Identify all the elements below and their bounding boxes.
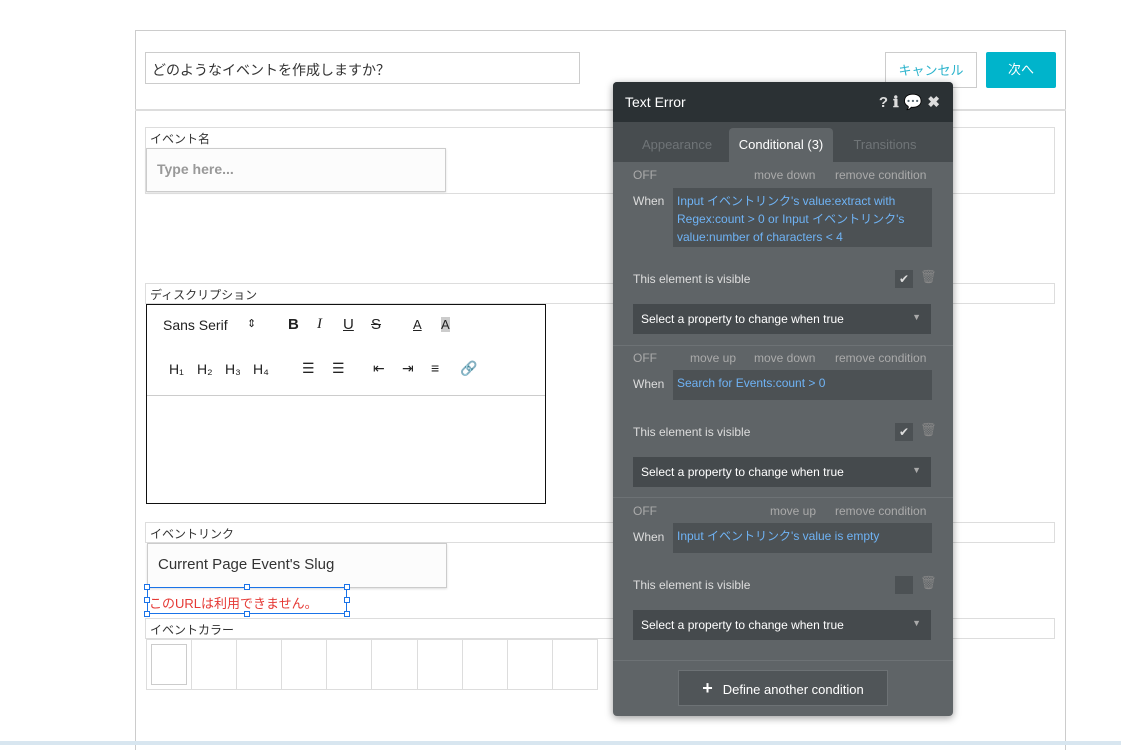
define-label: Define another condition [722, 682, 864, 697]
h4-button[interactable]: H₄ [253, 361, 269, 377]
when-label: When [633, 194, 665, 208]
property-select-label: Select a property to change when true [641, 312, 844, 326]
color-cell[interactable] [418, 640, 463, 689]
bottom-bar [0, 741, 1121, 745]
h3-button[interactable]: H₃ [225, 361, 241, 377]
resize-handle[interactable] [344, 611, 350, 617]
move-down-link[interactable]: move down [754, 168, 815, 182]
color-cell[interactable] [327, 640, 373, 689]
color-cell[interactable] [463, 640, 508, 689]
close-icon[interactable]: ✖ [927, 94, 945, 111]
font-select-arrows-icon[interactable]: ⇕ [247, 317, 256, 330]
resize-handle[interactable] [244, 584, 250, 590]
strike-icon[interactable]: S [371, 316, 381, 333]
event-link-input[interactable]: Current Page Event's Slug [147, 543, 447, 588]
tab-transitions[interactable]: Transitions [841, 128, 929, 162]
font-select[interactable]: Sans Serif [163, 317, 228, 333]
resize-handle[interactable] [244, 611, 250, 617]
italic-icon[interactable]: I [317, 316, 322, 333]
condition-expression[interactable]: Input イベントリンク's value is empty [673, 523, 932, 553]
color-cell[interactable] [372, 640, 418, 689]
visible-checkbox[interactable]: ✔ [895, 270, 913, 288]
color-cell[interactable] [553, 640, 597, 689]
color-cell[interactable] [147, 640, 193, 689]
trash-icon[interactable]: 🗑 [920, 575, 937, 591]
color-cell[interactable] [237, 640, 283, 689]
visible-label: This element is visible [633, 272, 751, 286]
link-icon[interactable]: 🔗 [460, 360, 477, 377]
visible-checkbox[interactable]: ✔ [895, 423, 913, 441]
property-editor-panel: Text Error ?ℹ💬✖ Appearance Conditional (… [613, 82, 953, 716]
property-select[interactable]: Select a property to change when true ▼ [633, 304, 931, 334]
color-cell[interactable] [282, 640, 328, 689]
event-name-input[interactable]: Type here... [146, 148, 446, 192]
remove-condition-link[interactable]: remove condition [835, 168, 926, 182]
off-toggle[interactable]: OFF [633, 504, 657, 518]
color-cell[interactable] [508, 640, 553, 689]
visible-label: This element is visible [633, 425, 751, 439]
remove-condition-link[interactable]: remove condition [835, 351, 926, 365]
move-down-link[interactable]: move down [754, 351, 815, 365]
tab-appearance[interactable]: Appearance [633, 128, 721, 162]
comment-icon[interactable]: 💬 [904, 94, 928, 111]
resize-handle[interactable] [344, 584, 350, 590]
resize-handle[interactable] [344, 597, 350, 603]
condition-expression[interactable]: Search for Events:count > 0 [673, 370, 932, 400]
outdent-icon[interactable]: ⇤ [373, 360, 385, 377]
off-toggle[interactable]: OFF [633, 351, 657, 365]
off-toggle[interactable]: OFF [633, 168, 657, 182]
indent-icon[interactable]: ⇥ [402, 360, 414, 377]
divider [613, 660, 953, 661]
rich-text-editor[interactable]: Sans Serif ⇕ B I U S A A H₁ H₂ H₃ H₄ ☰ ☰… [146, 304, 546, 504]
dropdown-caret-icon: ▼ [912, 465, 921, 475]
define-another-condition-button[interactable]: + Define another condition [678, 670, 888, 706]
color-grid[interactable] [146, 639, 598, 690]
next-button[interactable]: 次へ [986, 52, 1056, 88]
color-cell[interactable] [192, 640, 238, 689]
resize-handle[interactable] [144, 597, 150, 603]
property-select-label: Select a property to change when true [641, 465, 844, 479]
align-icon[interactable]: ≡ [431, 360, 439, 376]
text-color-icon[interactable]: A [413, 317, 422, 332]
panel-title: Text Error [625, 94, 686, 110]
dropdown-caret-icon: ▼ [912, 618, 921, 628]
bg-color-icon[interactable]: A [441, 317, 450, 332]
h2-button[interactable]: H₂ [197, 361, 213, 377]
visible-checkbox[interactable] [895, 576, 913, 594]
when-label: When [633, 377, 665, 391]
property-select[interactable]: Select a property to change when true ▼ [633, 610, 931, 640]
tab-conditional[interactable]: Conditional (3) [729, 128, 833, 162]
info-icon[interactable]: ℹ [893, 94, 904, 111]
bullet-list-icon[interactable]: ☰ [332, 360, 345, 377]
resize-handle[interactable] [144, 584, 150, 590]
error-text[interactable]: このURLは利用できません。 [147, 587, 347, 614]
bold-icon[interactable]: B [288, 316, 299, 333]
trash-icon[interactable]: 🗑 [920, 269, 937, 285]
panel-header: Text Error ?ℹ💬✖ [613, 82, 953, 122]
panel-tabs: Appearance Conditional (3) Transitions [613, 122, 953, 162]
property-select-label: Select a property to change when true [641, 618, 844, 632]
divider [613, 345, 953, 346]
editor-divider [147, 395, 545, 396]
visible-label: This element is visible [633, 578, 751, 592]
plus-icon: + [702, 678, 713, 698]
dropdown-caret-icon: ▼ [912, 312, 921, 322]
condition-expression[interactable]: Input イベントリンク's value:extract with Regex… [673, 188, 932, 247]
divider [613, 497, 953, 498]
move-up-link[interactable]: move up [770, 504, 816, 518]
when-label: When [633, 530, 665, 544]
question-input[interactable]: どのようなイベントを作成しますか？ [145, 52, 580, 84]
remove-condition-link[interactable]: remove condition [835, 504, 926, 518]
move-up-link[interactable]: move up [690, 351, 736, 365]
trash-icon[interactable]: 🗑 [920, 422, 937, 438]
resize-handle[interactable] [144, 611, 150, 617]
property-select[interactable]: Select a property to change when true ▼ [633, 457, 931, 487]
help-icon[interactable]: ? [879, 94, 893, 111]
h1-button[interactable]: H₁ [169, 361, 184, 377]
ordered-list-icon[interactable]: ☰ [302, 360, 315, 377]
underline-icon[interactable]: U [343, 316, 354, 333]
